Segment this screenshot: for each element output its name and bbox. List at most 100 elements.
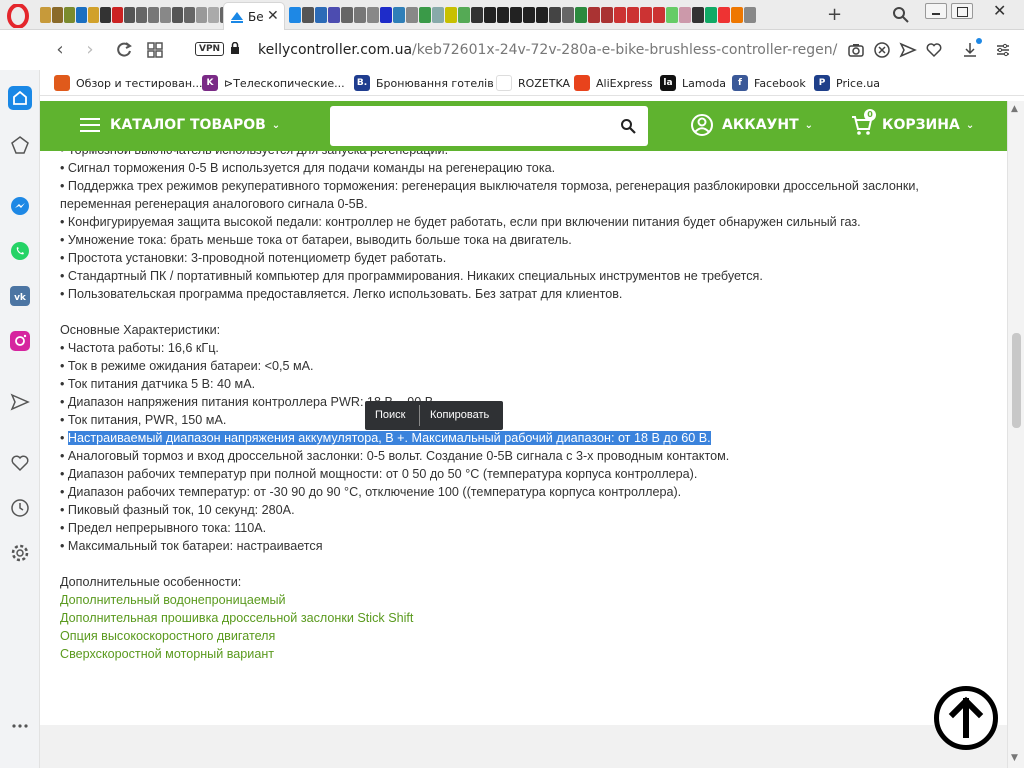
camera-icon[interactable]: [847, 41, 865, 59]
tab-favicon-icon[interactable]: [445, 7, 457, 23]
tab-favicon-icon[interactable]: [208, 7, 219, 23]
bookmark-item[interactable]: AliExpress: [574, 75, 653, 91]
tab-favicon-icon[interactable]: [112, 7, 123, 23]
send-flow-icon[interactable]: [10, 392, 30, 412]
tab-close-icon[interactable]: ✕: [267, 8, 279, 24]
send-icon[interactable]: [899, 41, 917, 59]
tab-favicon-icon[interactable]: [393, 7, 405, 23]
site-search-input[interactable]: [330, 106, 610, 146]
tab-favicon-icon[interactable]: [328, 7, 340, 23]
forward-button[interactable]: ›: [80, 40, 100, 60]
bookmark-item[interactable]: f Facebook: [732, 75, 806, 91]
tab-favicon-icon[interactable]: [562, 7, 574, 23]
tab-favicon-icon[interactable]: [100, 7, 111, 23]
bookmarks-icon[interactable]: [10, 453, 30, 473]
back-button[interactable]: ‹: [50, 40, 70, 60]
minimize-button[interactable]: [925, 3, 947, 19]
tab-favicon-icon[interactable]: [640, 7, 652, 23]
tab-favicon-icon[interactable]: [536, 7, 548, 23]
tab-favicon-icon[interactable]: [497, 7, 509, 23]
tab-favicon-icon[interactable]: [471, 7, 483, 23]
bookmark-item[interactable]: ROZETKA: [496, 75, 570, 91]
tab-favicon-icon[interactable]: [184, 7, 195, 23]
tab-favicon-icon[interactable]: [406, 7, 418, 23]
instagram-icon[interactable]: [10, 331, 30, 351]
whatsapp-icon[interactable]: [10, 241, 30, 261]
tab-favicon-icon[interactable]: [76, 7, 87, 23]
tab-favicon-icon[interactable]: [666, 7, 678, 23]
tab-favicon-icon[interactable]: [510, 7, 522, 23]
extra-option-link[interactable]: Дополнительный водонепроницаемый: [60, 591, 990, 609]
extra-option-link[interactable]: Дополнительная прошивка дроссельной засл…: [60, 609, 990, 627]
tab-favicon-icon[interactable]: [679, 7, 691, 23]
tab-favicon-icon[interactable]: [601, 7, 613, 23]
easy-setup-icon[interactable]: [994, 41, 1012, 59]
tab-favicon-icon[interactable]: [64, 7, 75, 23]
tab-favicon-icon[interactable]: [692, 7, 704, 23]
close-window-button[interactable]: ✕: [978, 1, 1022, 20]
tab-search-icon[interactable]: [892, 6, 910, 24]
maximize-button[interactable]: [951, 3, 973, 19]
bookmark-item[interactable]: K ⊳Телескопические...: [202, 75, 345, 91]
tab-favicon-icon[interactable]: [341, 7, 353, 23]
reload-icon[interactable]: [114, 40, 134, 60]
history-icon[interactable]: [10, 498, 30, 518]
catalog-menu-button[interactable]: КАТАЛОГ ТОВАРОВ ⌄: [80, 117, 280, 133]
tab-favicon-icon[interactable]: [172, 7, 183, 23]
tab-favicon-icon[interactable]: [731, 7, 743, 23]
tab-favicon-icon[interactable]: [432, 7, 444, 23]
tab-favicon-icon[interactable]: [744, 7, 756, 23]
tab-favicon-icon[interactable]: [575, 7, 587, 23]
messenger-icon[interactable]: [10, 196, 30, 216]
account-menu-button[interactable]: АККАУНТ ⌄: [690, 113, 813, 137]
tab-favicon-icon[interactable]: [136, 7, 147, 23]
pinned-tabs[interactable]: [40, 7, 232, 23]
tab-favicon-icon[interactable]: [302, 7, 314, 23]
tab-favicon-icon[interactable]: [289, 7, 301, 23]
scroll-to-top-button[interactable]: [934, 686, 998, 750]
tab-favicon-icon[interactable]: [315, 7, 327, 23]
tab-favicon-icon[interactable]: [484, 7, 496, 23]
opera-menu-icon[interactable]: [6, 4, 30, 28]
tab-favicon-icon[interactable]: [124, 7, 135, 23]
context-copy-button[interactable]: Копировать: [430, 409, 489, 421]
tab-favicon-icon[interactable]: [718, 7, 730, 23]
tab-favicon-icon[interactable]: [52, 7, 63, 23]
scroll-up-arrow-icon[interactable]: ▲: [1011, 104, 1018, 114]
bookmark-item[interactable]: Обзор и тестирован...: [54, 75, 203, 91]
downloads-icon[interactable]: [961, 41, 979, 59]
tab-favicon-icon[interactable]: [40, 7, 51, 23]
tab-favicon-icon[interactable]: [653, 7, 665, 23]
new-tab-button[interactable]: +: [827, 4, 842, 25]
tab-favicon-icon[interactable]: [419, 7, 431, 23]
vk-icon[interactable]: vk: [10, 286, 30, 306]
extra-option-link[interactable]: Сверхскоростной моторный вариант: [60, 645, 990, 663]
selected-text[interactable]: Настраиваемый диапазон напряжения аккуму…: [67, 431, 711, 445]
tab-favicon-icon[interactable]: [354, 7, 366, 23]
tab-favicon-icon[interactable]: [196, 7, 207, 23]
tab-favicon-icon[interactable]: [627, 7, 639, 23]
cart-button[interactable]: 0 КОРЗИНА ⌄: [850, 109, 974, 137]
adblock-icon[interactable]: [873, 41, 891, 59]
search-icon[interactable]: [620, 118, 636, 134]
lock-icon[interactable]: [230, 42, 240, 54]
scroll-down-arrow-icon[interactable]: ▼: [1011, 753, 1018, 763]
bookmark-item[interactable]: la Lamoda: [660, 75, 726, 91]
tab-favicon-icon[interactable]: [88, 7, 99, 23]
tab-active[interactable]: Бе ✕: [223, 2, 285, 30]
tab-favicon-icon[interactable]: [458, 7, 470, 23]
bookmark-item[interactable]: B. Бронювання готелів: [354, 75, 494, 91]
page-scrollbar[interactable]: ▲ ▼: [1007, 101, 1024, 768]
settings-gear-icon[interactable]: [10, 543, 30, 563]
scrollbar-thumb[interactable]: [1012, 333, 1021, 428]
background-tabs[interactable]: [289, 7, 757, 23]
more-options-icon[interactable]: [10, 716, 30, 736]
tab-favicon-icon[interactable]: [160, 7, 171, 23]
tab-favicon-icon[interactable]: [523, 7, 535, 23]
tab-favicon-icon[interactable]: [614, 7, 626, 23]
tab-favicon-icon[interactable]: [148, 7, 159, 23]
home-icon[interactable]: [8, 86, 32, 110]
tab-favicon-icon[interactable]: [380, 7, 392, 23]
bookmark-heart-icon[interactable]: [925, 41, 943, 59]
context-search-button[interactable]: Поиск: [375, 409, 405, 421]
